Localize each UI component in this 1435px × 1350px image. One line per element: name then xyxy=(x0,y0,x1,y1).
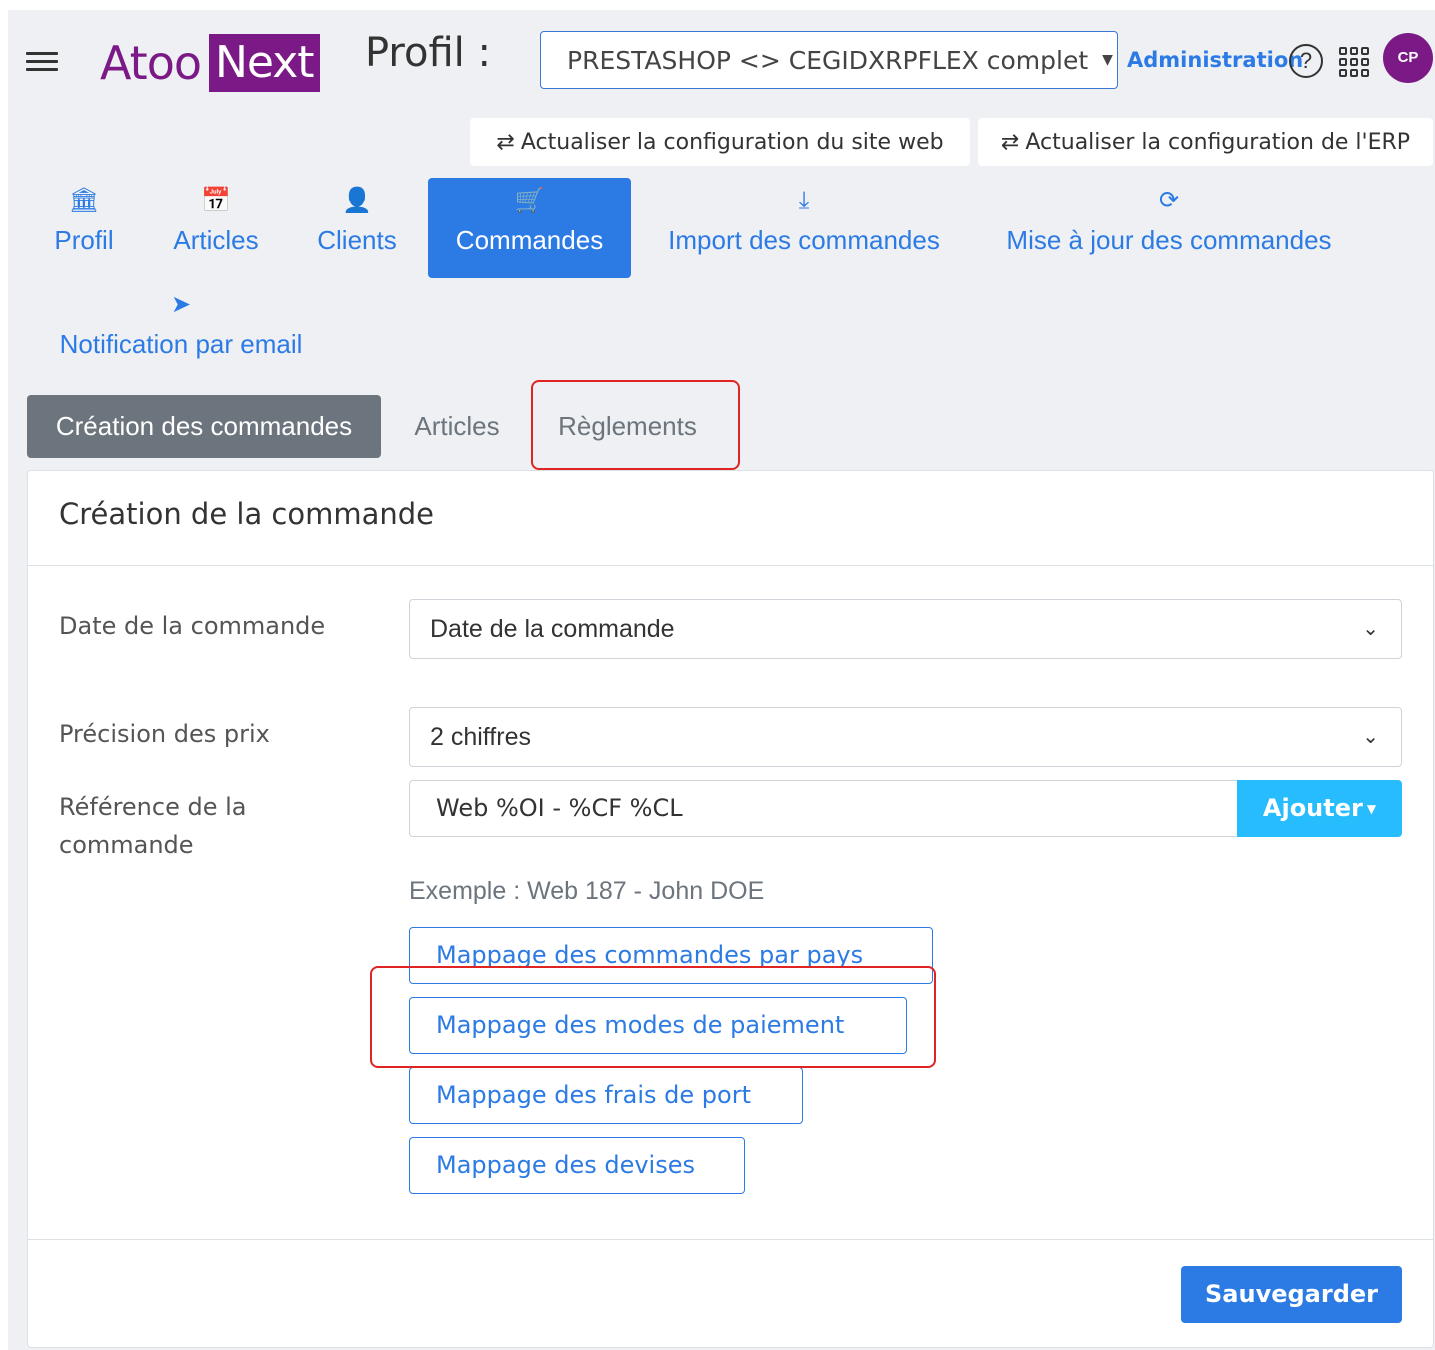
logo-text-next: Next xyxy=(208,34,320,92)
nav-item-import-commandes[interactable]: ⤓ Import des commandes xyxy=(650,178,958,278)
refresh-icon: ⇄ xyxy=(496,129,515,155)
calendar-check-icon: 📅 xyxy=(201,187,231,214)
administration-link[interactable]: Administration xyxy=(1127,48,1303,72)
nav-item-label: Articles xyxy=(173,225,259,255)
caret-down-icon: ▼ xyxy=(1102,52,1113,68)
user-tie-icon: 👤 xyxy=(342,187,372,214)
mapping-pays-button[interactable]: Mappage des commandes par pays xyxy=(409,927,933,984)
menu-icon[interactable] xyxy=(26,52,58,76)
reference-input[interactable]: Web %OI - %CF %CL xyxy=(409,780,1237,837)
order-creation-card: Création de la commande Date de la comma… xyxy=(27,470,1434,1348)
nav-item-notification-email[interactable]: ➤ Notification par email xyxy=(40,282,322,382)
date-label: Date de la commande xyxy=(59,612,326,640)
date-select-value: Date de la commande xyxy=(430,615,675,643)
mapping-devises-button[interactable]: Mappage des devises xyxy=(409,1137,745,1194)
download-icon: ⤓ xyxy=(798,187,810,214)
ajouter-label: Ajouter xyxy=(1262,794,1363,822)
tab-creation-commandes[interactable]: Création des commandes xyxy=(27,395,381,458)
help-icon[interactable]: ? xyxy=(1289,44,1323,78)
nav-item-label: Clients xyxy=(317,225,397,255)
app-logo[interactable]: Atoo Next xyxy=(100,33,320,93)
nav-item-label: Notification par email xyxy=(59,329,303,359)
date-select[interactable]: Date de la commande ⌄ xyxy=(409,599,1402,659)
nav-item-clients[interactable]: 👤 Clients xyxy=(305,178,409,278)
chevron-down-icon: ⌄ xyxy=(1362,726,1379,748)
refresh-website-config-button[interactable]: ⇄ Actualiser la configuration du site we… xyxy=(470,118,970,166)
refresh-website-config-label: Actualiser la configuration du site web xyxy=(520,129,944,155)
chevron-down-icon: ⌄ xyxy=(1362,618,1379,640)
logo-text-atoo: Atoo xyxy=(100,36,202,90)
ajouter-dropdown-button[interactable]: Ajouter ▼ xyxy=(1237,780,1402,837)
precision-select-value: 2 chiffres xyxy=(430,723,531,751)
profile-dropdown-value: PRESTASHOP <> CEGIDXRPFLEX complet xyxy=(567,45,1089,75)
card-title: Création de la commande xyxy=(59,497,435,531)
mapping-frais-port-button[interactable]: Mappage des frais de port xyxy=(409,1067,803,1124)
profil-label: Profil : xyxy=(365,30,491,76)
profile-dropdown[interactable]: PRESTASHOP <> CEGIDXRPFLEX complet ▼ xyxy=(540,31,1118,89)
nav-item-maj-commandes[interactable]: ⟳ Mise à jour des commandes xyxy=(990,178,1348,278)
apps-grid-icon[interactable] xyxy=(1336,44,1370,78)
card-footer-divider xyxy=(28,1239,1433,1240)
tab-reglements[interactable]: Règlements xyxy=(540,395,715,458)
refresh-erp-config-label: Actualiser la configuration de l'ERP xyxy=(1025,129,1411,155)
user-avatar[interactable]: CP xyxy=(1383,33,1433,83)
nav-item-profil[interactable]: 🏛 Profil xyxy=(40,178,128,278)
reference-example: Exemple : Web 187 - John DOE xyxy=(409,877,765,905)
refresh-icon: ⇄ xyxy=(1000,129,1020,155)
card-header: Création de la commande xyxy=(28,471,1433,566)
nav-item-label: Mise à jour des commandes xyxy=(1006,225,1332,255)
paper-plane-icon: ➤ xyxy=(170,291,192,318)
nav-item-articles[interactable]: 📅 Articles xyxy=(160,178,272,278)
precision-select[interactable]: 2 chiffres ⌄ xyxy=(409,707,1402,767)
mapping-paiement-button[interactable]: Mappage des modes de paiement xyxy=(409,997,907,1054)
nav-item-label: Commandes xyxy=(455,225,604,255)
precision-label: Précision des prix xyxy=(59,720,270,748)
reference-label: Référence de la commande xyxy=(59,793,247,859)
nav-item-commandes[interactable]: 🛒 Commandes xyxy=(428,178,631,278)
caret-down-icon: ▼ xyxy=(1366,801,1377,816)
cart-icon: 🛒 xyxy=(514,187,545,214)
sync-icon: ⟳ xyxy=(1158,187,1180,214)
nav-item-label: Import des commandes xyxy=(668,225,940,255)
refresh-erp-config-button[interactable]: ⇄ Actualiser la configuration de l'ERP xyxy=(978,118,1433,166)
nav-item-label: Profil xyxy=(54,225,114,255)
bank-icon: 🏛 xyxy=(68,187,100,214)
save-button[interactable]: Sauvegarder xyxy=(1181,1266,1402,1323)
tab-articles[interactable]: Articles xyxy=(398,395,516,458)
